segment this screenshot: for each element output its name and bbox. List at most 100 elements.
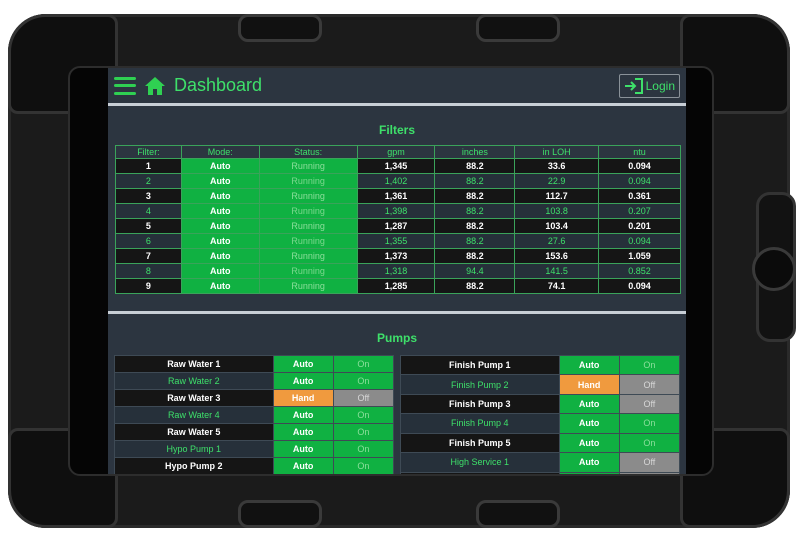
pump-name: Raw Water 1 [114,355,274,373]
pump-name: Finish Pump 2 [400,374,560,395]
col-mode: Mode: [180,145,260,159]
pump-mode[interactable]: Hand [558,374,620,395]
pump-state[interactable]: Off [332,389,395,407]
filter-inches: 88.2 [434,218,516,234]
filter-mode[interactable]: Auto [180,233,260,249]
filter-number: 5 [115,218,182,234]
filter-inches: 88.2 [434,278,516,294]
pump-name: Finish Pump 5 [400,432,560,454]
filter-row: 1 Auto Running 1,345 88.2 33.6 0.094 [115,158,681,174]
filters-header-row: Filter: Mode: Status: gpm inches in LOH … [115,145,681,159]
pump-name: Raw Water 3 [114,389,274,407]
filter-gpm: 1,355 [356,233,436,249]
pump-row: Hypo Pump 1 Auto On [114,440,395,458]
filter-gpm: 1,373 [356,248,436,264]
filter-status: Running [258,188,358,204]
pump-mode[interactable]: Auto [558,432,620,454]
filter-gpm: 1,398 [356,203,436,219]
filter-ntu: 0.094 [598,233,681,249]
pump-mode[interactable]: Auto [558,354,620,376]
filters-title: Filters [378,123,415,137]
filter-mode[interactable]: Auto [180,203,260,219]
pump-state[interactable]: Off [618,452,681,473]
pump-state[interactable]: On [332,372,395,390]
pump-mode[interactable]: Auto [272,423,334,441]
filter-mode[interactable]: Auto [180,278,260,294]
pump-name: Hypo Pump 1 [114,440,274,458]
filter-gpm: 1,402 [356,173,436,189]
pump-state[interactable]: On [618,354,681,376]
pumps-table-right: Finish Pump 1 Auto On Finish Pump 2 Hand Off F… [400,354,681,474]
pump-name: Raw Water 2 [114,372,274,390]
pump-state[interactable]: On [332,440,395,458]
pump-name: Hypo Pump 2 [114,457,274,474]
pump-name: Raw Water 4 [114,406,274,424]
filter-inches: 88.2 [434,158,516,174]
home-icon[interactable] [144,75,166,97]
login-label: Login [645,78,675,93]
filters-table: Filter: Mode: Status: gpm inches in LOH … [115,145,681,294]
filter-number: 4 [115,203,182,219]
filter-status: Running [258,278,358,294]
pump-row: Raw Water 3 Hand Off [114,389,395,407]
filter-status: Running [258,248,358,264]
pump-state[interactable]: On [618,432,681,454]
pump-state[interactable]: On [332,423,395,441]
pump-row: Raw Water 2 Auto On [114,372,395,390]
pump-name: High Service 2 [400,471,560,474]
col-inches: inches [434,145,516,159]
filter-mode[interactable]: Auto [180,248,260,264]
pump-mode[interactable]: Auto [272,372,334,390]
pump-row: Finish Pump 2 Hand Off [400,374,681,395]
pump-state[interactable]: Off [618,374,681,395]
filter-number: 9 [115,278,182,294]
filter-mode[interactable]: Auto [180,158,260,174]
filter-mode[interactable]: Auto [180,263,260,279]
filter-in-loh: 153.6 [514,248,600,264]
pump-row: Raw Water 4 Auto On [114,406,395,424]
filter-gpm: 1,318 [356,263,436,279]
filter-inches: 88.2 [434,233,516,249]
filter-status: Running [258,233,358,249]
pump-row: High Service 1 Auto Off [400,452,681,473]
filter-in-loh: 33.6 [514,158,600,174]
filter-gpm: 1,285 [356,278,436,294]
tablet-home-button[interactable] [752,247,796,291]
filter-gpm: 1,361 [356,188,436,204]
pump-mode[interactable]: Auto [558,471,620,474]
pump-mode[interactable]: Auto [272,406,334,424]
pump-state[interactable]: On [332,457,395,474]
login-button[interactable]: Login [618,73,680,98]
pump-name: Finish Pump 1 [400,354,560,376]
pump-row: Hypo Pump 2 Auto On [114,457,395,474]
filter-mode[interactable]: Auto [180,188,260,204]
pump-mode[interactable]: Auto [558,393,620,415]
pump-mode[interactable]: Hand [272,389,334,407]
filter-mode[interactable]: Auto [180,218,260,234]
filter-row: 7 Auto Running 1,373 88.2 153.6 1.059 [115,248,681,264]
pump-mode[interactable]: Auto [272,457,334,474]
filter-row: 6 Auto Running 1,355 88.2 27.6 0.094 [115,233,681,249]
filter-inches: 94.4 [434,263,516,279]
pump-row: Finish Pump 4 Auto On [400,413,681,434]
pump-state[interactable]: On [332,355,395,373]
pump-mode[interactable]: Auto [272,440,334,458]
filter-status: Running [258,173,358,189]
filter-ntu: 0.094 [598,278,681,294]
pump-state[interactable]: Off [618,471,681,474]
pump-name: Finish Pump 3 [400,393,560,415]
filter-status: Running [258,263,358,279]
case-tab [238,500,322,528]
pump-mode[interactable]: Auto [558,413,620,434]
pump-state[interactable]: On [332,406,395,424]
pump-mode[interactable]: Auto [272,355,334,373]
pump-state[interactable]: On [618,413,681,434]
menu-icon[interactable] [114,76,136,95]
case-tab [476,14,560,42]
filter-status: Running [258,203,358,219]
filter-mode[interactable]: Auto [180,173,260,189]
filter-inches: 88.2 [434,173,516,189]
pump-mode[interactable]: Auto [558,452,620,473]
top-bar: Dashboard Login [108,68,686,106]
pump-state[interactable]: Off [618,393,681,415]
